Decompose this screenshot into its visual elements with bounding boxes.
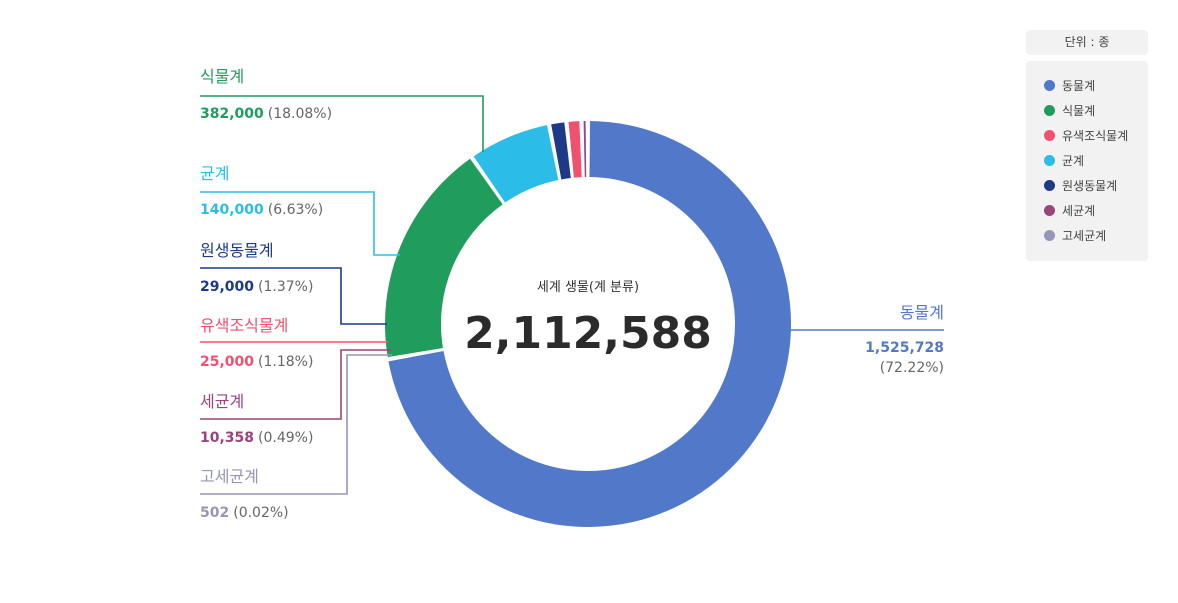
legend-marker-protozoa — [1044, 180, 1055, 191]
label-percent-animalia: (72.22%) — [880, 360, 944, 376]
legend-item-fungi: 균계 — [1044, 148, 1148, 173]
legend-marker-animalia — [1044, 80, 1055, 91]
label-name-animalia: 동물계 — [900, 303, 944, 322]
slice-chromista — [568, 121, 582, 178]
legend-item-archaea: 고세균계 — [1044, 223, 1148, 248]
legend-item-chromista: 유색조식물계 — [1044, 123, 1148, 148]
legend-label-fungi: 균계 — [1062, 154, 1085, 168]
label-name-protozoa: 원생동물계 — [200, 241, 274, 260]
legend-marker-fungi — [1044, 155, 1055, 166]
donut-chart: 동물계 1,525,728 (72.22%) 식물계 382,000 (18.08%) 균계… — [200, 67, 944, 527]
legend-item-bacteria: 세균계 — [1044, 198, 1148, 223]
label-value-bacteria: 10,358 (0.49%) — [200, 430, 313, 446]
legend-label-bacteria: 세균계 — [1062, 204, 1096, 218]
legend-marker-chromista — [1044, 130, 1055, 141]
legend-marker-archaea — [1044, 230, 1055, 241]
legend-item-animalia: 동물계 — [1044, 73, 1148, 98]
center-label: 세계 생물(계 분류) — [537, 280, 639, 295]
label-value-fungi: 140,000 (6.63%) — [200, 202, 323, 218]
legend-item-plantae: 식물계 — [1044, 98, 1148, 123]
legend-label-animalia: 동물계 — [1062, 79, 1096, 93]
legend-label-chromista: 유색조식물계 — [1062, 129, 1129, 143]
label-name-archaea: 고세균계 — [200, 467, 259, 486]
unit-label: 단위 : 종 — [1026, 30, 1148, 55]
label-name-fungi: 균계 — [200, 164, 229, 183]
label-value-plantae: 382,000 (18.08%) — [200, 106, 332, 122]
legend-label-protozoa: 원생동물계 — [1062, 179, 1118, 193]
label-name-plantae: 식물계 — [200, 67, 244, 86]
label-value-animalia: 1,525,728 — [865, 340, 944, 356]
legend-item-protozoa: 원생동물계 — [1044, 173, 1148, 198]
slice-bacteria — [583, 121, 587, 178]
label-name-bacteria: 세균계 — [200, 392, 244, 411]
center-total: 2,112,588 — [464, 308, 712, 359]
label-value-chromista: 25,000 (1.18%) — [200, 354, 313, 370]
legend-marker-plantae — [1044, 105, 1055, 116]
legend-label-plantae: 식물계 — [1062, 104, 1096, 118]
label-value-protozoa: 29,000 (1.37%) — [200, 279, 313, 295]
legend-marker-bacteria — [1044, 205, 1055, 216]
label-name-chromista: 유색조식물계 — [200, 316, 288, 335]
legend-label-archaea: 고세균계 — [1062, 229, 1107, 243]
legend: 동물계식물계유색조식물계균계원생동물계세균계고세균계 — [1026, 61, 1148, 261]
label-value-archaea: 502 (0.02%) — [200, 505, 289, 521]
leader-line-plantae — [200, 95, 484, 152]
